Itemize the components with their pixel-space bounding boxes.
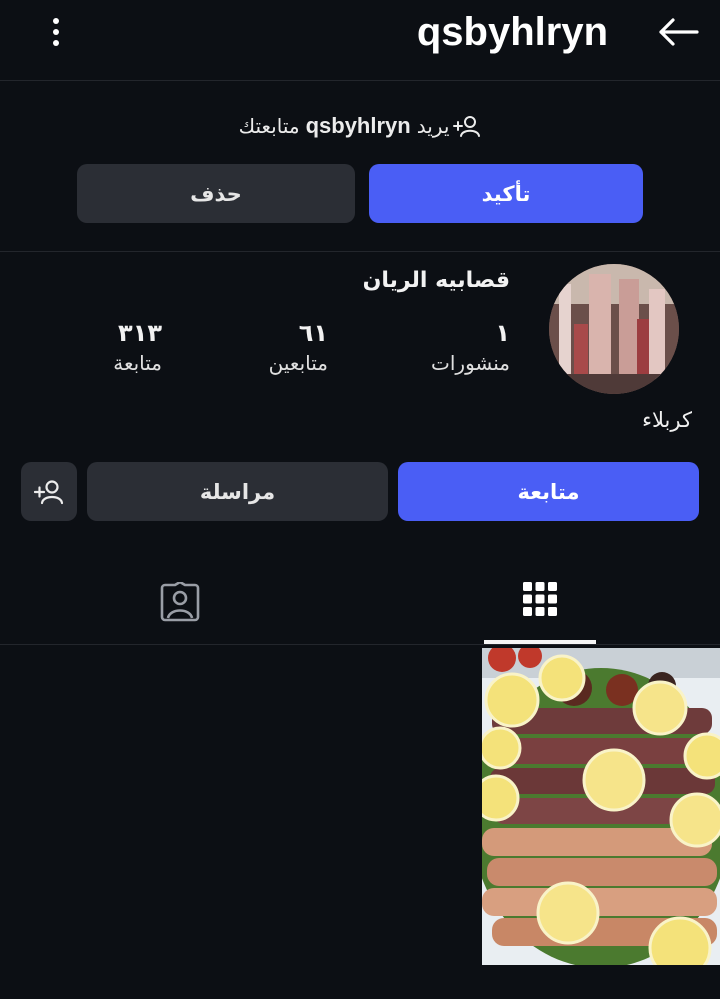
avatar-image [549,264,679,394]
following-label: متابعة [113,351,162,375]
posts-count: ١ [495,319,510,347]
message-button[interactable]: مراسلة [87,462,388,521]
tab-tagged[interactable] [124,560,236,644]
divider [0,644,720,645]
add-user-icon [34,479,64,504]
confirm-button[interactable]: تأكيد [369,164,643,223]
tagged-user-icon [160,582,200,622]
post-image [482,648,720,965]
stat-followers[interactable]: ٦١ متابعين [269,318,328,378]
more-options-button[interactable] [36,12,76,52]
followers-label: متابعين [268,351,328,375]
arrow-left-icon [659,18,699,46]
bio: كربلاء [642,408,692,432]
post-thumbnail[interactable] [482,648,720,965]
request-prefix: يريد [416,114,450,138]
request-suffix: متابعتك [238,114,300,138]
page-title: qsbyhlryn [416,10,608,54]
display-name: قصابيه الريان [362,268,510,293]
follow-button[interactable]: متابعة [398,462,699,521]
stat-posts[interactable]: ١ منشورات [431,318,510,378]
divider [0,251,720,252]
following-count: ٣١٣ [118,319,162,347]
grid-icon [523,582,557,616]
tab-posts-grid[interactable] [484,560,596,644]
profile-page: qsbyhlryn يريد qsbyhlryn متابعتك تأكيد ح… [0,0,720,999]
posts-label: منشورات [431,351,510,375]
avatar[interactable] [549,264,679,394]
header-bar: qsbyhlryn [0,0,720,81]
followers-count: ٦١ [298,319,328,347]
follow-request-text: يريد qsbyhlryn متابعتك [0,108,720,144]
suggest-users-button[interactable] [21,462,77,521]
more-vertical-icon [53,18,59,46]
delete-button[interactable]: حذف [77,164,355,223]
request-username[interactable]: qsbyhlryn [306,113,411,139]
back-button[interactable] [654,10,702,54]
add-user-icon [453,114,481,138]
stat-following[interactable]: ٣١٣ متابعة [113,318,162,378]
